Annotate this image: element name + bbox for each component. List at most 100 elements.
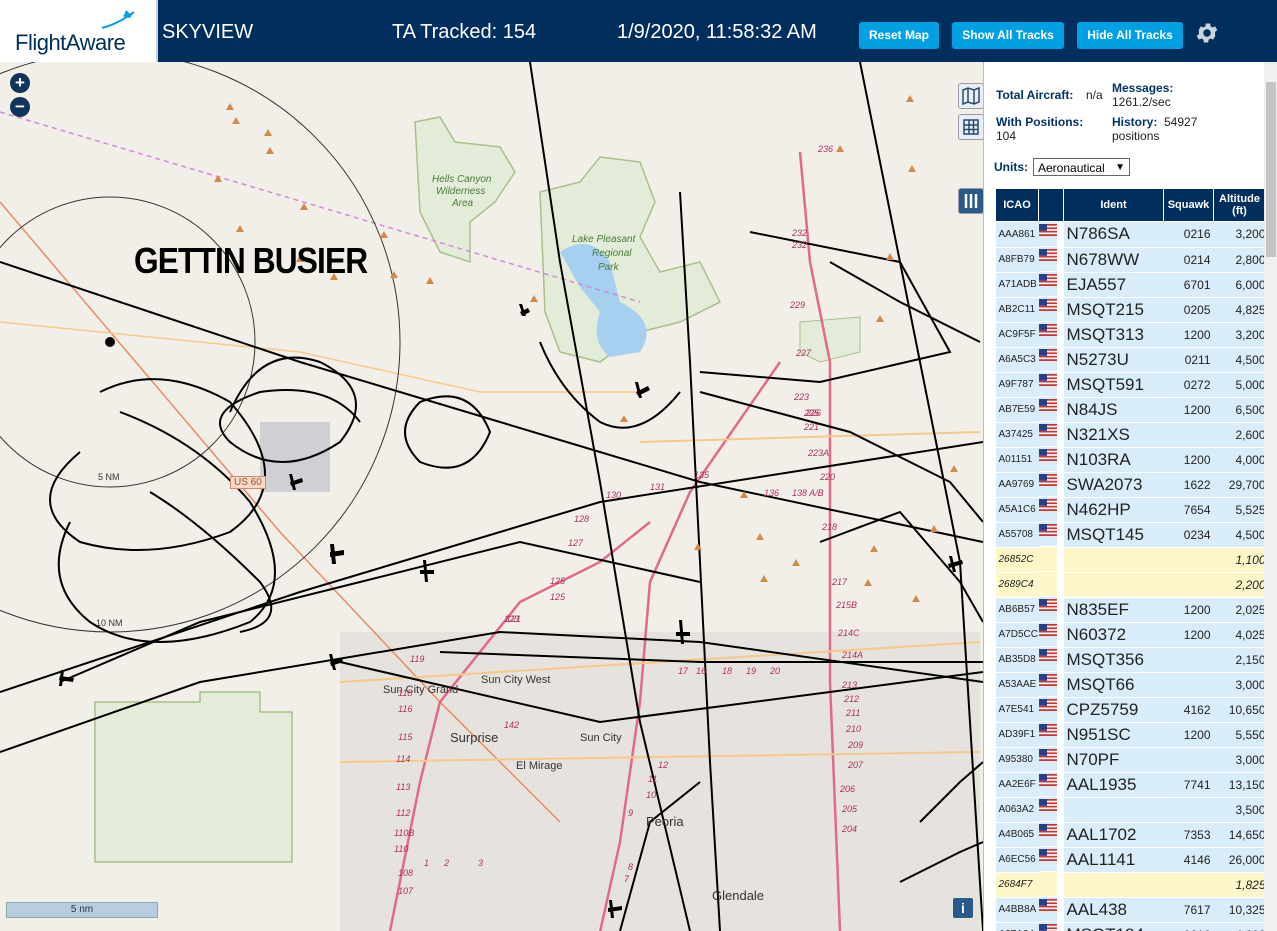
flag-cell — [1038, 597, 1057, 622]
aircraft-row[interactable]: A55708 MSQT145 0234 4,500 — [995, 522, 1266, 548]
flag-cell — [1038, 747, 1057, 772]
aircraft-table: ICAO Ident Squawk Altitude (ft) AAA861 N78… — [995, 188, 1266, 931]
aircraft-row[interactable]: A37425 N321XS 2,600 — [995, 422, 1266, 448]
zoom-out-button[interactable]: − — [10, 97, 30, 117]
icao-cell: AA9769 — [995, 472, 1039, 498]
us-flag-icon — [1038, 523, 1057, 536]
aircraft-row[interactable]: 2689C4 2,200 — [995, 572, 1266, 598]
us-flag-icon — [1038, 273, 1057, 286]
map-layer-button[interactable] — [958, 83, 983, 109]
hide-all-tracks-button[interactable]: Hide All Tracks — [1077, 22, 1183, 49]
aircraft-row[interactable]: AB6B57 N835EF 1200 2,025 — [995, 597, 1266, 623]
road-number-label: 18 — [722, 666, 733, 676]
flag-cell — [1038, 897, 1057, 922]
place-label: Sun City West — [481, 674, 551, 686]
altitude-cell: 4,500 — [1213, 347, 1266, 373]
flag-cell — [1038, 222, 1057, 247]
ident-cell: AAL1935 — [1063, 772, 1164, 798]
us-flag-icon — [1038, 723, 1057, 736]
place-label: El Mirage — [516, 760, 563, 772]
place-label: Regional — [592, 248, 632, 259]
columns-icon — [964, 194, 978, 208]
aircraft-row[interactable]: AA2E6F AAL1935 7741 13,150 — [995, 772, 1266, 798]
aircraft-row[interactable]: A53AAE MSQT66 3,000 — [995, 672, 1266, 698]
road-number-label: 121 — [506, 614, 522, 624]
aircraft-row[interactable]: A4B065 AAL1702 7353 14,650 — [995, 822, 1266, 848]
map-base-layer — [0, 62, 983, 931]
aircraft-row[interactable]: A6EC56 AAL1141 4146 26,000 — [995, 847, 1266, 873]
info-button[interactable]: i — [953, 898, 973, 918]
us-flag-icon — [1038, 298, 1057, 311]
aircraft-row[interactable]: A4BB8A AAL438 7617 10,325 — [995, 897, 1266, 923]
aircraft-row[interactable]: A71ADB EJA557 6701 6,000 — [995, 272, 1266, 298]
highway-shield-us60: US 60 — [230, 476, 266, 489]
road-number-label: 3 — [478, 858, 484, 868]
us-flag-icon — [1038, 598, 1057, 611]
messages-label: Messages: — [1112, 81, 1174, 95]
units-select[interactable]: Aeronautical ▼ — [1033, 158, 1130, 176]
aircraft-row[interactable]: A5A1C6 N462HP 7654 5,525 — [995, 497, 1266, 523]
columns-toggle-button[interactable] — [958, 188, 983, 214]
us-flag-icon — [1038, 898, 1057, 911]
aircraft-row[interactable]: AA9769 SWA2073 1622 29,700 — [995, 472, 1266, 498]
aircraft-row[interactable]: A95380 N70PF 3,000 — [995, 747, 1266, 773]
squawk-cell: 1200 — [1163, 597, 1214, 623]
squawk-cell: 7654 — [1163, 497, 1214, 523]
ident-cell: MSQT591 — [1063, 372, 1164, 398]
aircraft-row[interactable]: 2684F7 1,825 — [995, 872, 1266, 898]
aircraft-row[interactable]: AB35D8 MSQT356 2,150 — [995, 647, 1266, 673]
squawk-cell: 7617 — [1163, 897, 1214, 923]
road-number-label: 223A — [808, 448, 830, 458]
aircraft-row[interactable]: A01151 N103RA 1200 4,000 — [995, 447, 1266, 473]
zoom-in-button[interactable]: + — [10, 73, 30, 93]
total-aircraft-label: Total Aircraft: — [996, 88, 1074, 102]
show-all-tracks-button[interactable]: Show All Tracks — [952, 22, 1064, 49]
reset-map-button[interactable]: Reset Map — [859, 22, 939, 49]
flag-cell — [1038, 922, 1057, 931]
map-canvas[interactable]: Hells Canyon Wilderness Area Lake Pleasa… — [0, 62, 983, 931]
aircraft-row[interactable]: AB7E59 N84JS 1200 6,500 — [995, 397, 1266, 423]
ident-cell: MSQT66 — [1063, 672, 1164, 698]
column-header-flag[interactable] — [1038, 188, 1064, 222]
us-flag-icon — [1038, 373, 1057, 386]
grid-toggle-button[interactable] — [958, 114, 983, 140]
aircraft-row[interactable]: AD39F1 N951SC 1200 5,550 — [995, 722, 1266, 748]
squawk-cell: 0234 — [1163, 522, 1214, 548]
aircraft-row[interactable]: AC9F5F MSQT313 1200 3,200 — [995, 322, 1266, 348]
aircraft-row[interactable]: 26852C 1,100 — [995, 547, 1266, 573]
aircraft-row[interactable]: AB2C11 MSQT215 0205 4,825 — [995, 297, 1266, 323]
column-header-ident[interactable]: Ident — [1063, 188, 1164, 222]
aircraft-row[interactable]: A063A2 3,500 — [995, 797, 1266, 823]
aircraft-row[interactable]: A7E541 CPZ5759 4162 10,650 — [995, 697, 1266, 723]
flag-cell — [1038, 272, 1057, 297]
squawk-cell: 7741 — [1163, 772, 1214, 798]
us-flag-icon — [1038, 848, 1057, 861]
altitude-cell: 10,650 — [1213, 697, 1266, 723]
column-header-squawk[interactable]: Squawk — [1163, 188, 1214, 222]
aircraft-row[interactable]: A9F787 MSQT591 0272 5,000 — [995, 372, 1266, 398]
aircraft-row[interactable]: A7D5CC N60372 1200 4,025 — [995, 622, 1266, 648]
app-title: SKYVIEW — [162, 21, 254, 43]
flightaware-logo[interactable]: FlightAware — [0, 0, 158, 62]
road-number-label: 215B — [836, 600, 858, 610]
units-label: Units: — [994, 160, 1028, 174]
column-header-icao[interactable]: ICAO — [995, 188, 1039, 222]
road-number-label: 130 — [606, 490, 622, 500]
road-number-label: 227 — [796, 348, 812, 358]
aircraft-row[interactable]: A6A5C3 N5273U 0211 4,500 — [995, 347, 1266, 373]
column-header-altitude[interactable]: Altitude (ft) — [1213, 188, 1266, 222]
aircraft-row[interactable]: AAA861 N786SA 0216 3,200 — [995, 221, 1266, 248]
aircraft-row[interactable]: A8FB79 N678WW 0214 2,800 — [995, 247, 1266, 273]
scrollbar-thumb[interactable] — [1266, 82, 1276, 257]
squawk-cell: 7353 — [1163, 822, 1214, 848]
squawk-cell — [1163, 422, 1214, 448]
place-label: Peoria — [646, 814, 684, 829]
road-number-label: 212 — [844, 694, 860, 704]
map-scale-bar: 5 nm — [6, 902, 158, 918]
ident-cell: N951SC — [1063, 722, 1164, 748]
sidebar-scrollbar[interactable] — [1264, 62, 1277, 931]
gear-icon[interactable] — [1194, 20, 1220, 46]
road-number-label: 136 — [764, 488, 780, 498]
icao-cell: AB7E59 — [995, 397, 1039, 423]
aircraft-row[interactable]: A07A24 MSQT18402164,600 — [995, 922, 1266, 931]
